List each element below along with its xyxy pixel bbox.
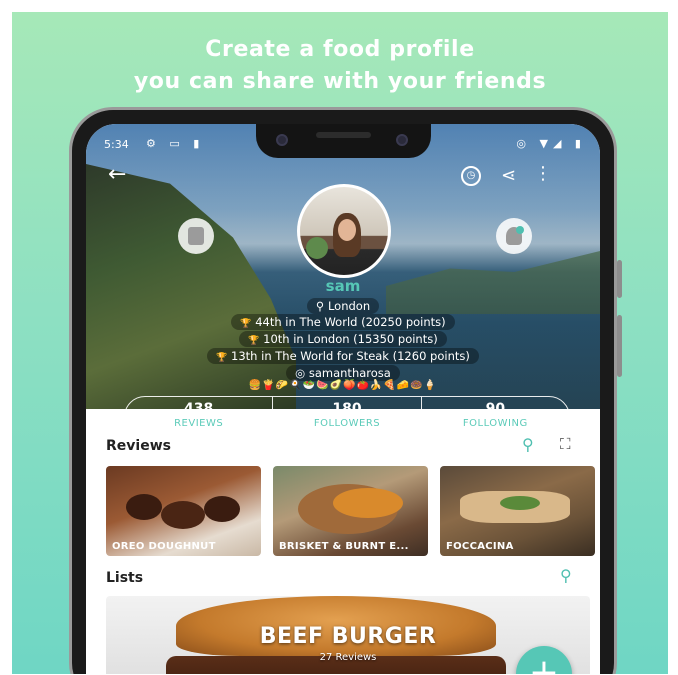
- food-photo: [500, 496, 540, 510]
- food-photo: [161, 501, 205, 529]
- profile-username: sam: [325, 277, 361, 295]
- review-card-label: FOCCACINA: [446, 541, 514, 552]
- promo-headline: Create a food profile you can share with…: [12, 34, 668, 98]
- review-card[interactable]: BRISKET & BURNT E...: [273, 466, 428, 556]
- stat-reviews[interactable]: 438 REVIEWS: [125, 397, 274, 437]
- back-arrow-icon[interactable]: ←: [108, 164, 126, 186]
- status-left-icons: ⚙ ▭ ▮: [146, 137, 205, 150]
- food-emoji-row: 🍔🍟🌮🍳🥗🍉🥑🍑🍅🍌🍕🧀🍩🍦: [248, 380, 438, 391]
- add-badge: [516, 226, 524, 234]
- lists-heading: Lists: [106, 570, 144, 586]
- instagram-row: ◎ samantharosa: [86, 362, 600, 381]
- stat-following[interactable]: 90 FOLLOWING: [422, 397, 569, 437]
- food-photo: [333, 488, 403, 518]
- promo-background: Create a food profile you can share with…: [12, 12, 668, 674]
- rank-category-text: 13th in The World for Steak (1260 points…: [231, 349, 470, 363]
- reviews-heading: Reviews: [106, 438, 171, 454]
- rank-city-text: 10th in London (15350 points): [263, 332, 438, 346]
- stat-followers-value: 180: [332, 401, 362, 417]
- message-icon: [188, 227, 204, 245]
- status-time: 5:34: [104, 138, 129, 151]
- history-icon[interactable]: ◷: [461, 166, 481, 186]
- list-card-title: BEEF BURGER: [259, 624, 437, 649]
- stat-reviews-value: 438: [184, 401, 214, 417]
- volume-button: [617, 260, 622, 298]
- status-right-icons: ◎ ▼◢ ▮: [516, 137, 586, 150]
- avatar-plant: [306, 237, 328, 259]
- headline-line-1: Create a food profile: [205, 37, 475, 62]
- map-icon[interactable]: ⛶: [560, 435, 571, 453]
- food-photo: [204, 496, 240, 522]
- stat-following-value: 90: [485, 401, 506, 417]
- power-button: [617, 315, 622, 377]
- stat-reviews-label: REVIEWS: [174, 418, 224, 429]
- stat-followers[interactable]: 180 FOLLOWERS: [273, 397, 422, 437]
- review-card-label: OREO DOUGHNUT: [112, 541, 216, 552]
- stat-followers-label: FOLLOWERS: [313, 418, 381, 429]
- food-photo: [126, 494, 162, 520]
- review-card[interactable]: FOCCACINA: [440, 466, 595, 556]
- follow-button[interactable]: [496, 218, 532, 254]
- review-card-label: BRISKET & BURNT E...: [279, 541, 409, 552]
- stat-following-label: FOLLOWING: [462, 418, 528, 429]
- lists-search-icon[interactable]: ⚲: [560, 566, 572, 585]
- instagram-icon: ◎: [295, 366, 306, 380]
- avatar[interactable]: [297, 184, 391, 278]
- headline-line-2: you can share with your friends: [133, 69, 547, 94]
- reviews-search-icon[interactable]: ⚲: [522, 435, 534, 454]
- share-icon[interactable]: ⋖: [501, 165, 516, 186]
- status-bar: 5:34 ⚙ ▭ ▮ ◎ ▼◢ ▮: [86, 124, 600, 158]
- phone-frame: 5:34 ⚙ ▭ ▮ ◎ ▼◢ ▮ ← ◷ ⋖ ⋮ sam ⚲ London 🏆…: [69, 107, 622, 674]
- more-options-icon[interactable]: ⋮: [534, 163, 552, 184]
- message-button[interactable]: [178, 218, 214, 254]
- instagram-handle: samantharosa: [308, 366, 391, 380]
- avatar-face: [338, 219, 356, 241]
- stats-bar: 438 REVIEWS 180 FOLLOWERS 90 FOLLOWING: [124, 396, 570, 438]
- rank-world-text: 44th in The World (20250 points): [255, 315, 446, 329]
- review-card[interactable]: OREO DOUGHNUT: [106, 466, 261, 556]
- instagram-link[interactable]: ◎ samantharosa: [286, 365, 400, 381]
- phone-screen: 5:34 ⚙ ▭ ▮ ◎ ▼◢ ▮ ← ◷ ⋖ ⋮ sam ⚲ London 🏆…: [86, 124, 600, 674]
- list-card-subtitle: 27 Reviews: [319, 652, 377, 663]
